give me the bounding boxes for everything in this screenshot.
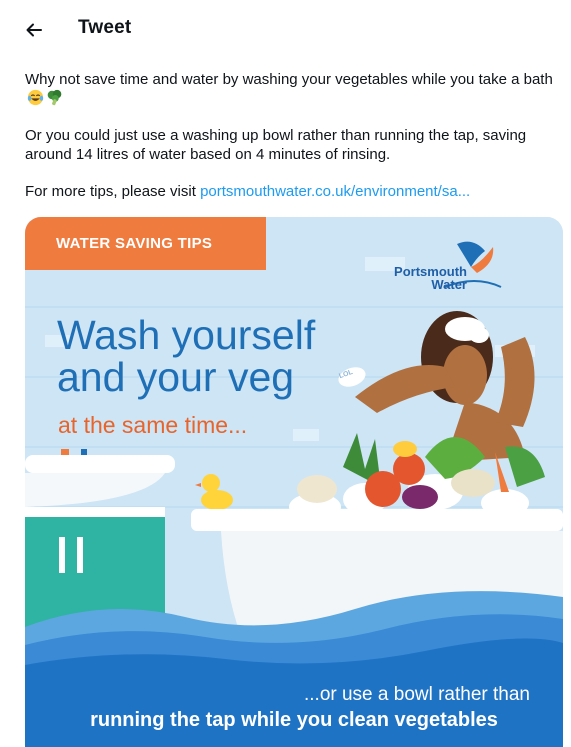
arrow-left-icon: [26, 23, 42, 37]
logo-line-2: Water: [431, 277, 467, 292]
tweet-image[interactable]: WATER SAVING TIPS Portsmouth Water Wash …: [25, 217, 563, 747]
back-button[interactable]: [20, 16, 48, 44]
top-bar: Tweet: [0, 0, 571, 58]
tweet-paragraph-1-text: Why not save time and water by washing y…: [25, 71, 553, 88]
sub-headline: at the same time...: [58, 412, 248, 438]
tweet-link[interactable]: portsmouthwater.co.uk/environment/sa...: [200, 183, 470, 200]
portsmouth-water-logo: Portsmouth Water: [392, 265, 467, 291]
headline-line-1: Wash yourself: [57, 312, 316, 358]
tweet-paragraph-3: For more tips, please visit portsmouthwa…: [25, 182, 560, 201]
tweet-body: Why not save time and water by washing y…: [25, 70, 560, 219]
infographic-illustration: [25, 217, 563, 747]
tweet-paragraph-2: Or you could just use a washing up bowl …: [25, 127, 527, 163]
broccoli-emoji: [47, 89, 62, 106]
water-saving-tips-badge: WATER SAVING TIPS: [25, 217, 266, 270]
page-title: Tweet: [78, 17, 132, 38]
tweet-paragraph-1: Why not save time and water by washing y…: [25, 70, 560, 108]
tweet-paragraph-3-text: For more tips, please visit: [25, 183, 201, 200]
headline: Wash yourself and your veg: [57, 314, 315, 398]
laughing-tears-emoji: [27, 89, 44, 106]
bottom-caption-line-1: ...or use a bowl rather than: [303, 684, 530, 705]
headline-line-2: and your veg: [57, 354, 295, 400]
bottom-caption-line-2: running the tap while you clean vegetabl…: [90, 709, 498, 731]
